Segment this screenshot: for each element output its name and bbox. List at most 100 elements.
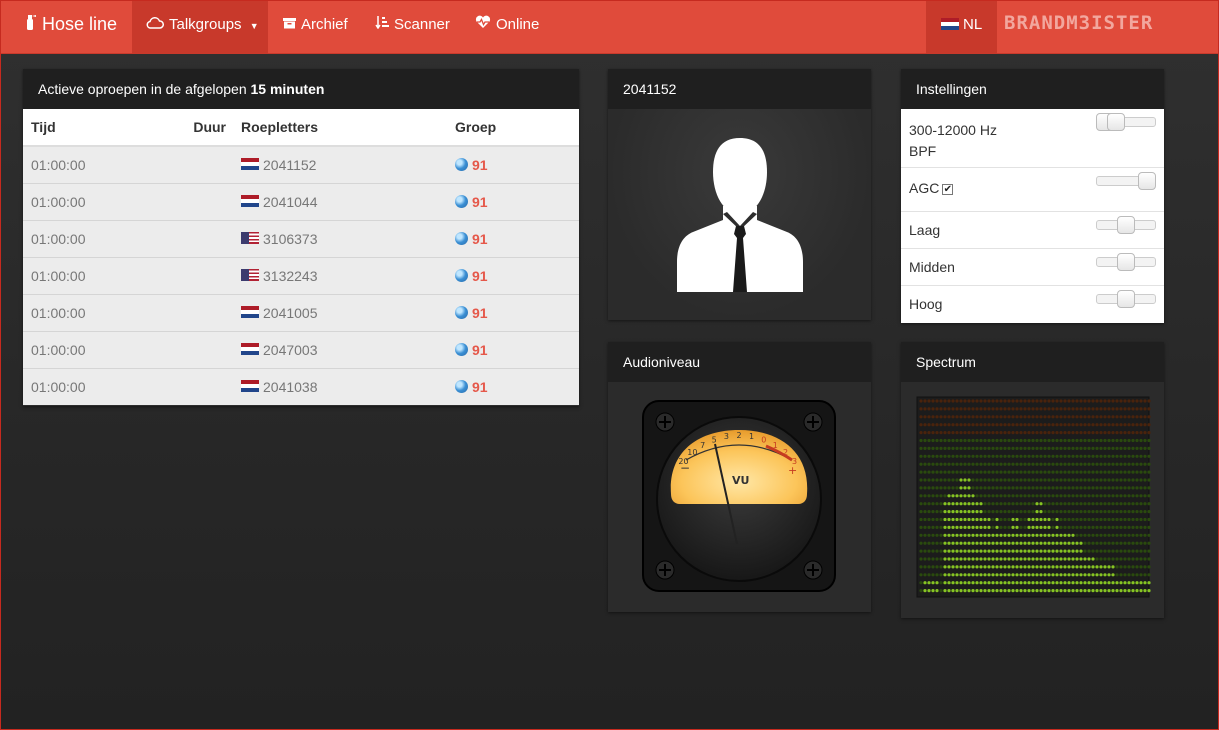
spectrum-led — [1131, 462, 1135, 466]
call-talkgroup[interactable]: 91 — [472, 194, 488, 210]
column-header-duur[interactable]: Duur — [183, 109, 241, 147]
midden-slider-handle[interactable] — [1117, 253, 1135, 271]
spectrum-led — [967, 541, 971, 545]
spectrum-led — [967, 446, 971, 450]
agc-slider-handle[interactable] — [1138, 172, 1156, 190]
hoog-slider[interactable] — [1096, 290, 1156, 308]
call-row[interactable]: 01:00:00 3106373 91 — [23, 219, 579, 257]
spectrum-led — [939, 557, 943, 561]
spectrum-led — [951, 454, 955, 458]
call-callsign[interactable]: 2041038 — [263, 379, 318, 395]
spectrum-led — [935, 502, 939, 506]
spectrum-led — [1031, 502, 1035, 506]
vu-scale-label: 2 — [736, 431, 741, 440]
bpf-high-handle[interactable] — [1106, 113, 1125, 131]
spectrum-led — [975, 438, 979, 443]
call-row[interactable]: 01:00:00 2041044 91 — [23, 182, 579, 220]
spectrum-led — [1027, 494, 1031, 498]
language-selector[interactable]: NL — [926, 1, 997, 54]
spectrum-led — [1107, 431, 1111, 435]
laag-slider-handle[interactable] — [1117, 216, 1135, 234]
call-row[interactable]: 01:00:00 2041152 91 — [23, 145, 579, 183]
spectrum-led — [1087, 573, 1091, 577]
spectrum-led — [955, 494, 959, 498]
spectrum-led — [1135, 502, 1139, 506]
spectrum-led — [1079, 399, 1083, 403]
column-header-tijd[interactable]: Tijd — [23, 109, 183, 147]
spectrum-led — [987, 549, 991, 553]
spectrum-led — [1143, 454, 1147, 458]
call-row[interactable]: 01:00:00 2041005 91 — [23, 293, 579, 331]
spectrum-led — [1043, 470, 1047, 474]
spectrum-led — [1055, 423, 1059, 427]
spectrum-led — [943, 423, 947, 427]
call-row[interactable]: 01:00:00 3132243 91 — [23, 256, 579, 294]
spectrum-led — [1111, 581, 1115, 585]
call-callsign[interactable]: 2047003 — [263, 342, 318, 358]
globe-icon — [455, 268, 468, 282]
call-callsign[interactable]: 3132243 — [263, 268, 318, 284]
call-callsign[interactable]: 2041005 — [263, 305, 318, 321]
spectrum-led — [1115, 407, 1119, 411]
spectrum-led — [1119, 589, 1123, 593]
spectrum-led — [1107, 557, 1111, 561]
spectrum-led — [979, 423, 983, 427]
spectrum-led — [939, 486, 943, 490]
nav-archief[interactable]: Archief — [283, 1, 348, 54]
spectrum-led — [1147, 533, 1151, 537]
vu-plus-label: + — [788, 464, 797, 477]
spectrum-led — [1043, 541, 1047, 545]
call-row[interactable]: 01:00:00 2041038 91 — [23, 367, 579, 405]
agc-slider[interactable] — [1096, 172, 1156, 190]
spectrum-led — [919, 573, 923, 577]
call-talkgroup[interactable]: 91 — [472, 305, 488, 321]
call-talkgroup[interactable]: 91 — [472, 231, 488, 247]
spectrum-led — [1071, 438, 1075, 443]
settings-body: 300-12000 Hz BPF AGC ✔ Laag Midden Hoog — [901, 109, 1164, 323]
spectrum-led — [1079, 517, 1083, 522]
spectrum-led — [959, 462, 963, 466]
spectrum-led — [935, 517, 939, 522]
flag-nl-icon — [241, 305, 259, 318]
agc-checkbox[interactable]: ✔ — [942, 184, 954, 195]
spectrum-led — [1079, 478, 1083, 482]
call-row[interactable]: 01:00:00 2047003 91 — [23, 330, 579, 368]
spectrum-led — [931, 399, 935, 403]
spectrum-led — [967, 494, 971, 498]
call-talkgroup[interactable]: 91 — [472, 268, 488, 284]
call-callsign[interactable]: 2041044 — [263, 194, 318, 210]
call-talkgroup[interactable]: 91 — [472, 342, 488, 358]
spectrum-led — [1111, 454, 1115, 458]
bpf-range-slider[interactable] — [1096, 113, 1156, 131]
call-talkgroup[interactable]: 91 — [472, 379, 488, 395]
column-header-groep[interactable]: Groep — [455, 109, 579, 147]
spectrum-led — [1115, 438, 1119, 443]
call-callsign[interactable]: 2041152 — [263, 157, 316, 173]
spectrum-led — [963, 446, 967, 450]
brand-link[interactable]: Hose line — [23, 1, 117, 54]
nav-scanner[interactable]: Scanner — [375, 1, 450, 54]
column-header-roepletters[interactable]: Roepletters — [241, 109, 455, 147]
spectrum-led — [1035, 565, 1039, 569]
midden-slider[interactable] — [1096, 253, 1156, 271]
spectrum-led — [971, 573, 975, 577]
spectrum-led — [959, 470, 963, 474]
laag-slider[interactable] — [1096, 216, 1156, 234]
spectrum-led — [991, 423, 995, 427]
spectrum-led — [939, 494, 943, 498]
spectrum-led — [1119, 446, 1123, 450]
spectrum-led — [1075, 431, 1079, 435]
spectrum-led — [1147, 517, 1151, 522]
spectrum-led — [1143, 517, 1147, 522]
nav-online[interactable]: Online — [475, 1, 539, 54]
spectrum-led — [967, 454, 971, 458]
spectrum-led — [1083, 462, 1087, 466]
nav-talkgroups-dropdown[interactable]: Talkgroups ▼ — [132, 1, 268, 54]
spectrum-led — [1019, 486, 1023, 490]
hoog-slider-handle[interactable] — [1117, 290, 1135, 308]
call-talkgroup[interactable]: 91 — [472, 157, 488, 173]
spectrum-led — [1039, 470, 1043, 474]
call-callsign[interactable]: 3106373 — [263, 231, 318, 247]
spectrum-led — [967, 423, 971, 427]
spectrum-led — [1123, 399, 1127, 403]
